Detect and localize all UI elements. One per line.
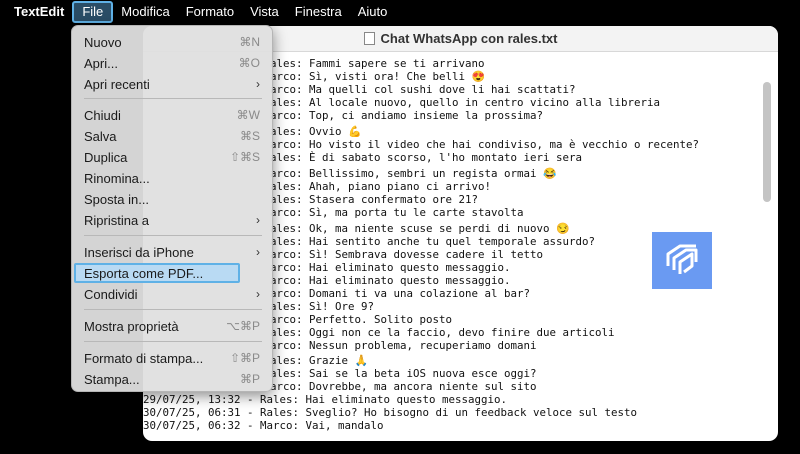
text-line: ales: Al locale nuovo, quello in centro …: [270, 96, 661, 109]
menu-separator: [84, 98, 262, 99]
menu-item-apri[interactable]: Apri... ⌘O: [76, 53, 270, 73]
text-line: arco: Dovrebbe, ma ancora niente sul sit…: [270, 380, 537, 393]
menu-item-condividi[interactable]: Condividi ›: [76, 284, 270, 304]
file-menu: Nuovo ⌘N Apri... ⌘O Apri recenti › Chiud…: [71, 25, 273, 392]
menubar-file[interactable]: File: [72, 1, 114, 23]
text-line: ales: Ok, ma niente scuse se perdi di nu…: [270, 222, 570, 235]
text-line: arco: Domani ti va una colazione al bar?: [270, 287, 531, 300]
text-line: arco: Bellissimo, sembri un regista orma…: [270, 167, 557, 180]
shortcut-label: ⌘S: [239, 129, 260, 143]
text-line: ales: È di sabato scorso, l'ho montato i…: [270, 151, 583, 164]
menu-bar: TextEdit File Modifica Formato Vista Fin…: [0, 0, 800, 24]
menu-item-inserisci-da-iphone[interactable]: Inserisci da iPhone ›: [76, 242, 270, 262]
menubar-finestra[interactable]: Finestra: [287, 1, 350, 23]
menubar-vista[interactable]: Vista: [242, 1, 287, 23]
text-line: arco: Sì, visti ora! Che belli 😍: [270, 70, 485, 83]
menubar-formato[interactable]: Formato: [178, 1, 242, 23]
text-line: arco: Ho visto il video che hai condivis…: [270, 138, 700, 151]
menu-item-salva[interactable]: Salva ⌘S: [76, 126, 270, 146]
shortcut-label: ⌘W: [236, 108, 260, 122]
text-line: arco: Nessun problema, recuperiamo doman…: [270, 339, 537, 352]
menubar-aiuto[interactable]: Aiuto: [350, 1, 396, 23]
menu-item-esporta-come-pdf[interactable]: Esporta come PDF...: [74, 263, 240, 283]
shortcut-label: ⇧⌘S: [229, 150, 260, 164]
document-icon: [363, 32, 375, 45]
text-line: ales: Fammi sapere se ti arrivano: [270, 57, 485, 70]
text-line: ales: Ovvio 💪: [270, 125, 362, 138]
menu-separator: [84, 235, 262, 236]
menu-item-formato-di-stampa[interactable]: Formato di stampa... ⇧⌘P: [76, 348, 270, 368]
menu-item-apri-recenti[interactable]: Apri recenti ›: [76, 74, 270, 94]
text-line: ales: Stasera confermato ore 21?: [270, 193, 479, 206]
menubar-modifica[interactable]: Modifica: [113, 1, 177, 23]
scrollbar-thumb[interactable]: [763, 82, 771, 202]
vertical-scrollbar[interactable]: [763, 54, 772, 434]
window-title: Chat WhatsApp con rales.txt: [380, 31, 558, 46]
text-line: ales: Grazie 🙏: [270, 354, 368, 367]
menu-item-sposta-in[interactable]: Sposta in...: [76, 189, 270, 209]
menu-item-rinomina[interactable]: Rinomina...: [76, 168, 270, 188]
text-line: ales: Sì! Ore 9?: [270, 300, 375, 313]
chevron-right-icon: ›: [256, 213, 260, 227]
menu-item-nuovo[interactable]: Nuovo ⌘N: [76, 32, 270, 52]
logo-icon: [666, 244, 698, 274]
text-line: ales: Sai se la beta iOS nuova esce oggi…: [270, 367, 537, 380]
menu-separator: [84, 341, 262, 342]
menu-item-ripristina-a[interactable]: Ripristina a ›: [76, 210, 270, 230]
shortcut-label: ⌥⌘P: [226, 319, 260, 333]
text-line: arco: Hai eliminato questo messaggio.: [270, 261, 511, 274]
text-line: arco: Ma quelli col sushi dove li hai sc…: [270, 83, 576, 96]
chevron-right-icon: ›: [256, 287, 260, 301]
menu-item-stampa[interactable]: Stampa... ⌘P: [76, 369, 270, 389]
menu-item-duplica[interactable]: Duplica ⇧⌘S: [76, 147, 270, 167]
text-line: arco: Perfetto. Solito posto: [270, 313, 453, 326]
menu-item-chiudi[interactable]: Chiudi ⌘W: [76, 105, 270, 125]
shortcut-label: ⌘O: [238, 56, 260, 70]
text-line: arco: Sì, ma porta tu le carte stavolta: [270, 206, 524, 219]
text-line: arco: Sì! Sembrava dovesse cadere il tet…: [270, 248, 544, 261]
text-line: 30/07/25, 06:32 - Marco: Vai, mandalo: [143, 419, 384, 432]
shortcut-label: ⌘P: [239, 372, 260, 386]
text-line: arco: Hai eliminato questo messaggio.: [270, 274, 511, 287]
text-line: ales: Oggi non ce la faccio, devo finire…: [270, 326, 615, 339]
watermark-logo: [652, 232, 712, 289]
shortcut-label: ⌘N: [239, 35, 260, 49]
menu-separator: [84, 309, 262, 310]
shortcut-label: ⇧⌘P: [229, 351, 260, 365]
text-line: ales: Hai sentito anche tu quel temporal…: [270, 235, 596, 248]
text-line: 29/07/25, 13:32 - Rales: Hai eliminato q…: [143, 393, 508, 406]
chevron-right-icon: ›: [256, 77, 260, 91]
text-line: 30/07/25, 06:31 - Rales: Sveglio? Ho bis…: [143, 406, 638, 419]
chevron-right-icon: ›: [256, 245, 260, 259]
text-line: ales: Ahah, piano piano ci arrivo!: [270, 180, 492, 193]
menu-item-mostra-proprieta[interactable]: Mostra proprietà ⌥⌘P: [76, 316, 270, 336]
text-line: arco: Top, ci andiamo insieme la prossim…: [270, 109, 544, 122]
menubar-app-textedit[interactable]: TextEdit: [8, 1, 72, 23]
